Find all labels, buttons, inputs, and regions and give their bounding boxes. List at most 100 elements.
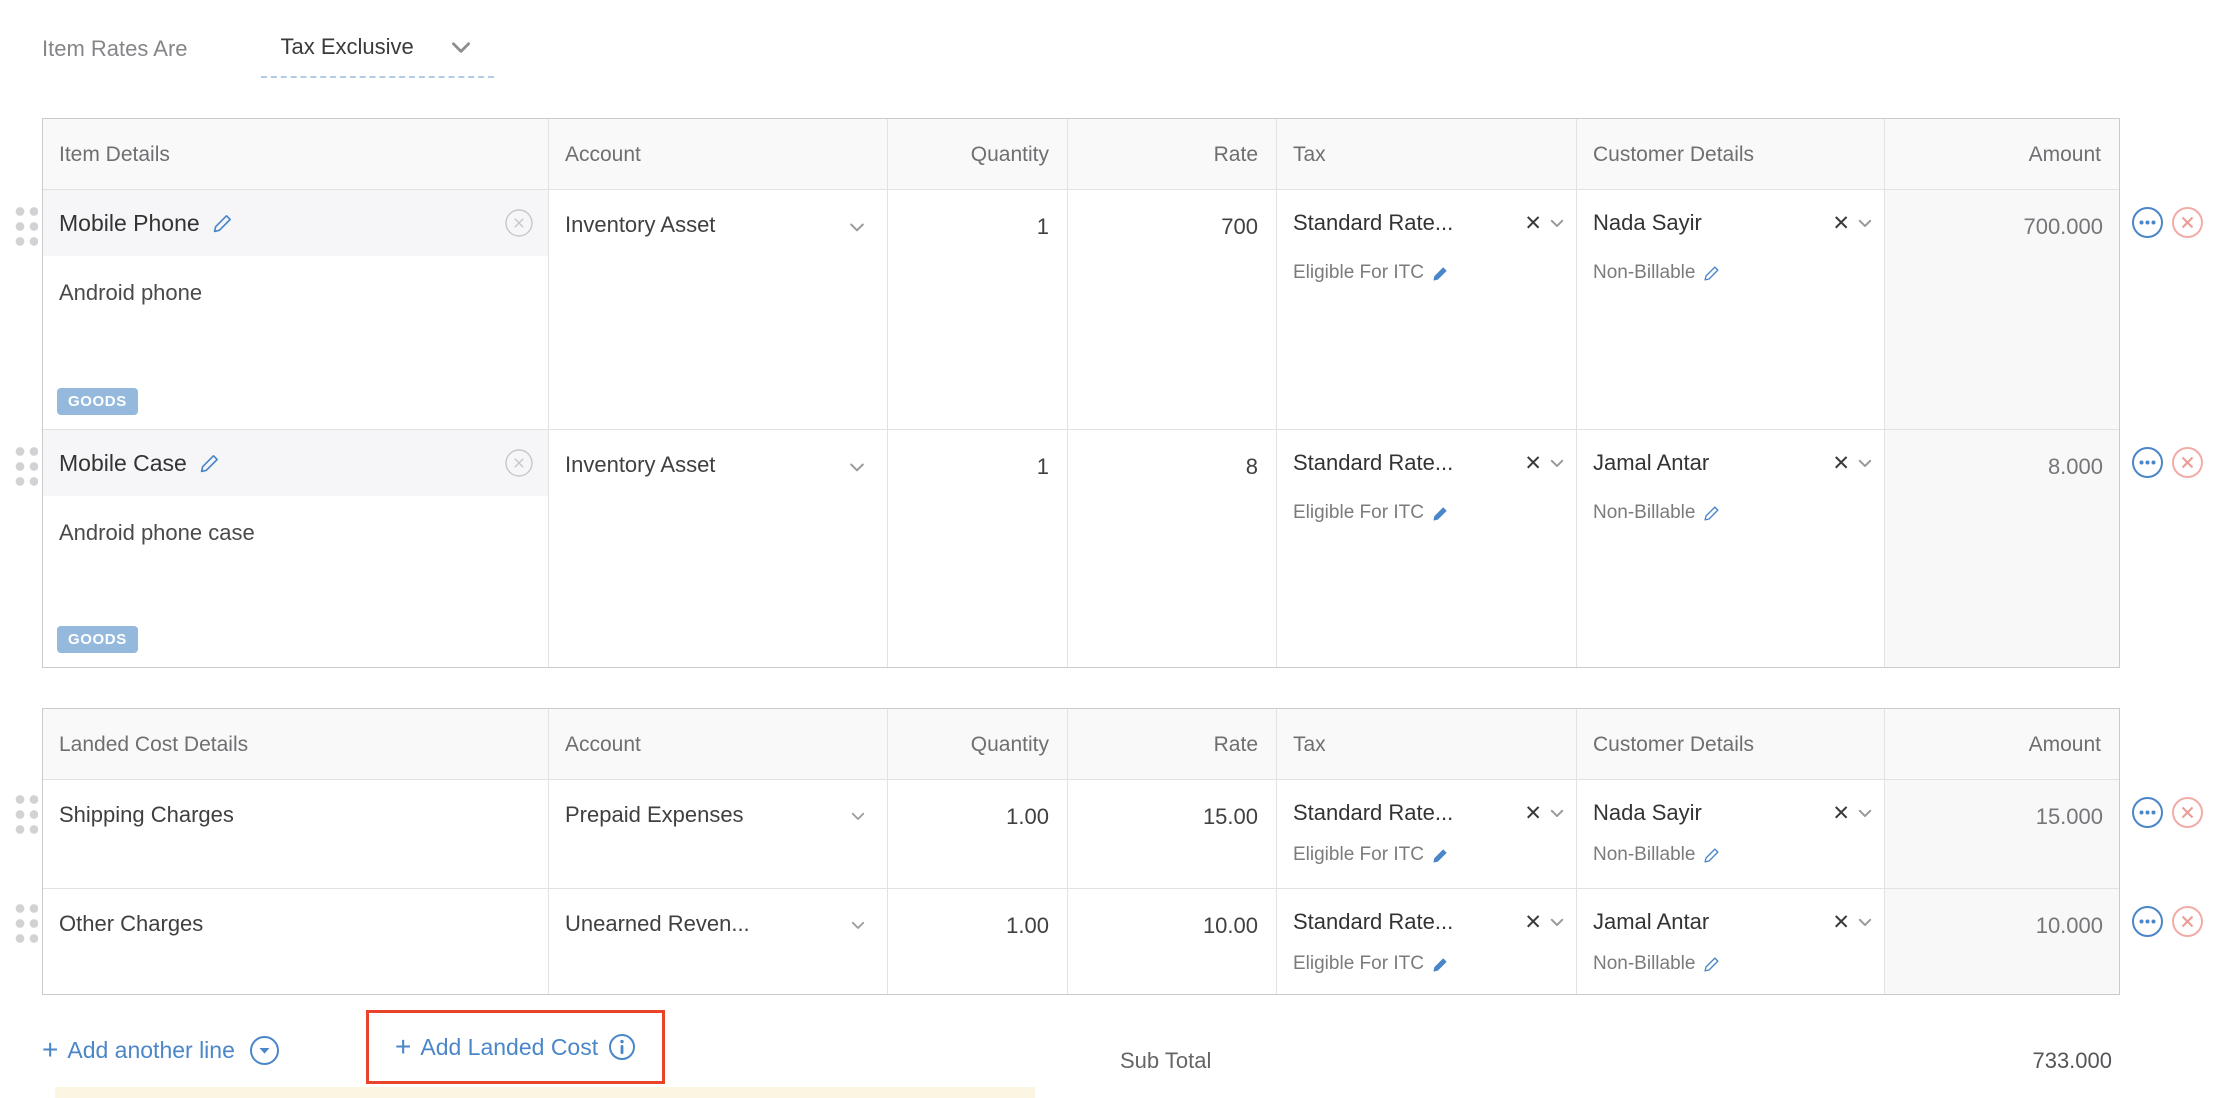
billable-label: Non-Billable bbox=[1593, 262, 1695, 284]
item-name[interactable]: Mobile Phone bbox=[59, 210, 200, 237]
delete-row-icon[interactable] bbox=[2171, 905, 2204, 938]
chevron-down-icon bbox=[1548, 214, 1566, 232]
billable-toggle[interactable]: Non-Billable bbox=[1593, 502, 1874, 524]
tax-cell: Standard Rate... ✕ Eligible For ITC bbox=[1277, 190, 1577, 429]
tax-value: Standard Rate... bbox=[1293, 800, 1518, 826]
tax-cell: Standard Rate... ✕ Eligible For ITC bbox=[1277, 780, 1577, 888]
itc-eligibility[interactable]: Eligible For ITC bbox=[1293, 953, 1566, 975]
clear-tax-icon[interactable]: ✕ bbox=[1524, 211, 1542, 236]
col-header-item-details: Item Details bbox=[43, 119, 549, 189]
itc-eligibility[interactable]: Eligible For ITC bbox=[1293, 502, 1566, 524]
landed-cost-name: Other Charges bbox=[59, 911, 203, 937]
delete-row-icon[interactable] bbox=[2171, 796, 2204, 829]
col-header-account: Account bbox=[549, 119, 888, 189]
clear-customer-icon[interactable]: ✕ bbox=[1832, 451, 1850, 476]
billable-toggle[interactable]: Non-Billable bbox=[1593, 262, 1874, 284]
item-rates-bar: Item Rates Are Tax Exclusive bbox=[42, 28, 494, 78]
item-description-input[interactable]: Android phone case bbox=[43, 496, 548, 570]
item-row-mobile-phone: Mobile Phone Android phone GOODS Invento… bbox=[43, 189, 2119, 429]
itc-eligibility[interactable]: Eligible For ITC bbox=[1293, 262, 1566, 284]
quantity-input[interactable]: 1.00 bbox=[888, 889, 1068, 994]
more-options-icon[interactable] bbox=[2131, 446, 2164, 479]
customer-select[interactable]: Nada Sayir ✕ bbox=[1593, 800, 1874, 826]
billable-toggle[interactable]: Non-Billable bbox=[1593, 953, 1874, 975]
plus-icon: + bbox=[42, 1034, 58, 1066]
more-options-icon[interactable] bbox=[2131, 206, 2164, 239]
item-row-mobile-case: Mobile Case Android phone case GOODS Inv… bbox=[43, 429, 2119, 667]
quantity-input[interactable]: 1.00 bbox=[888, 780, 1068, 888]
edit-pencil-icon[interactable] bbox=[212, 212, 234, 234]
item-description-input[interactable]: Android phone bbox=[43, 256, 548, 330]
customer-cell: Jamal Antar ✕ Non-Billable bbox=[1577, 430, 1885, 667]
tax-value: Standard Rate... bbox=[1293, 210, 1518, 236]
more-options-icon[interactable] bbox=[2131, 796, 2164, 829]
chevron-down-icon bbox=[1856, 913, 1874, 931]
tax-select[interactable]: Standard Rate... ✕ bbox=[1293, 450, 1566, 476]
sub-total-label: Sub Total bbox=[1120, 1048, 1211, 1074]
customer-select[interactable]: Jamal Antar ✕ bbox=[1593, 450, 1874, 476]
item-rates-label: Item Rates Are bbox=[42, 28, 188, 62]
rate-input[interactable]: 700 bbox=[1068, 190, 1277, 429]
add-landed-cost-highlight-box: + Add Landed Cost bbox=[366, 1010, 665, 1084]
clear-tax-icon[interactable]: ✕ bbox=[1524, 910, 1542, 935]
item-name[interactable]: Mobile Case bbox=[59, 450, 187, 477]
customer-value: Nada Sayir bbox=[1593, 210, 1826, 236]
rate-input[interactable]: 8 bbox=[1068, 430, 1277, 667]
account-select[interactable]: Inventory Asset bbox=[549, 430, 888, 667]
landed-cost-name-input[interactable]: Other Charges bbox=[43, 889, 549, 994]
add-landed-cost-button[interactable]: + Add Landed Cost bbox=[395, 1031, 636, 1063]
item-name-band: Mobile Phone bbox=[43, 190, 548, 256]
clear-customer-icon[interactable]: ✕ bbox=[1832, 910, 1850, 935]
edit-pencil-icon bbox=[1703, 264, 1721, 282]
itc-eligibility[interactable]: Eligible For ITC bbox=[1293, 844, 1566, 866]
tax-treatment-dropdown[interactable]: Tax Exclusive bbox=[261, 28, 494, 78]
customer-cell: Nada Sayir ✕ Non-Billable bbox=[1577, 190, 1885, 429]
add-another-line-button[interactable]: + Add another line bbox=[42, 1034, 280, 1066]
row-actions bbox=[2131, 905, 2204, 938]
tax-treatment-value: Tax Exclusive bbox=[281, 34, 414, 60]
delete-row-icon[interactable] bbox=[2171, 206, 2204, 239]
clear-customer-icon[interactable]: ✕ bbox=[1832, 211, 1850, 236]
customer-select[interactable]: Jamal Antar ✕ bbox=[1593, 909, 1874, 935]
rate-input[interactable]: 10.00 bbox=[1068, 889, 1277, 994]
col-header-amount: Amount bbox=[1885, 709, 2119, 779]
clear-customer-icon[interactable]: ✕ bbox=[1832, 801, 1850, 826]
col-header-landed-cost-details: Landed Cost Details bbox=[43, 709, 549, 779]
quantity-input[interactable]: 1 bbox=[888, 190, 1068, 429]
more-options-icon[interactable] bbox=[2131, 905, 2164, 938]
customer-select[interactable]: Nada Sayir ✕ bbox=[1593, 210, 1874, 236]
drag-handle-icon[interactable] bbox=[11, 442, 38, 486]
landed-cost-name-input[interactable]: Shipping Charges bbox=[43, 780, 549, 888]
itc-eligibility-label: Eligible For ITC bbox=[1293, 953, 1424, 975]
col-header-tax: Tax bbox=[1277, 119, 1577, 189]
quantity-input[interactable]: 1 bbox=[888, 430, 1068, 667]
account-value: Inventory Asset bbox=[565, 212, 715, 238]
tax-select[interactable]: Standard Rate... ✕ bbox=[1293, 210, 1566, 236]
drag-handle-icon[interactable] bbox=[11, 790, 38, 834]
account-select[interactable]: Unearned Reven... bbox=[549, 889, 888, 994]
drag-handle-icon[interactable] bbox=[11, 202, 38, 246]
clear-tax-icon[interactable]: ✕ bbox=[1524, 801, 1542, 826]
chevron-down-circle-icon[interactable] bbox=[249, 1035, 280, 1066]
rate-input[interactable]: 15.00 bbox=[1068, 780, 1277, 888]
account-select[interactable]: Prepaid Expenses bbox=[549, 780, 888, 888]
customer-cell: Nada Sayir ✕ Non-Billable bbox=[1577, 780, 1885, 888]
delete-row-icon[interactable] bbox=[2171, 446, 2204, 479]
customer-value: Nada Sayir bbox=[1593, 800, 1826, 826]
account-value: Unearned Reven... bbox=[565, 911, 750, 937]
tax-select[interactable]: Standard Rate... ✕ bbox=[1293, 800, 1566, 826]
chevron-down-icon bbox=[847, 217, 867, 237]
item-name-band: Mobile Case bbox=[43, 430, 548, 496]
billable-toggle[interactable]: Non-Billable bbox=[1593, 844, 1874, 866]
clear-item-icon[interactable] bbox=[504, 448, 534, 478]
edit-pencil-icon bbox=[1703, 504, 1721, 522]
account-select[interactable]: Inventory Asset bbox=[549, 190, 888, 429]
chevron-down-icon bbox=[448, 34, 474, 60]
info-icon[interactable] bbox=[608, 1033, 636, 1061]
edit-pencil-icon[interactable] bbox=[199, 452, 221, 474]
drag-handle-icon[interactable] bbox=[11, 899, 38, 943]
clear-item-icon[interactable] bbox=[504, 208, 534, 238]
tax-select[interactable]: Standard Rate... ✕ bbox=[1293, 909, 1566, 935]
edit-pencil-icon bbox=[1703, 846, 1721, 864]
clear-tax-icon[interactable]: ✕ bbox=[1524, 451, 1542, 476]
